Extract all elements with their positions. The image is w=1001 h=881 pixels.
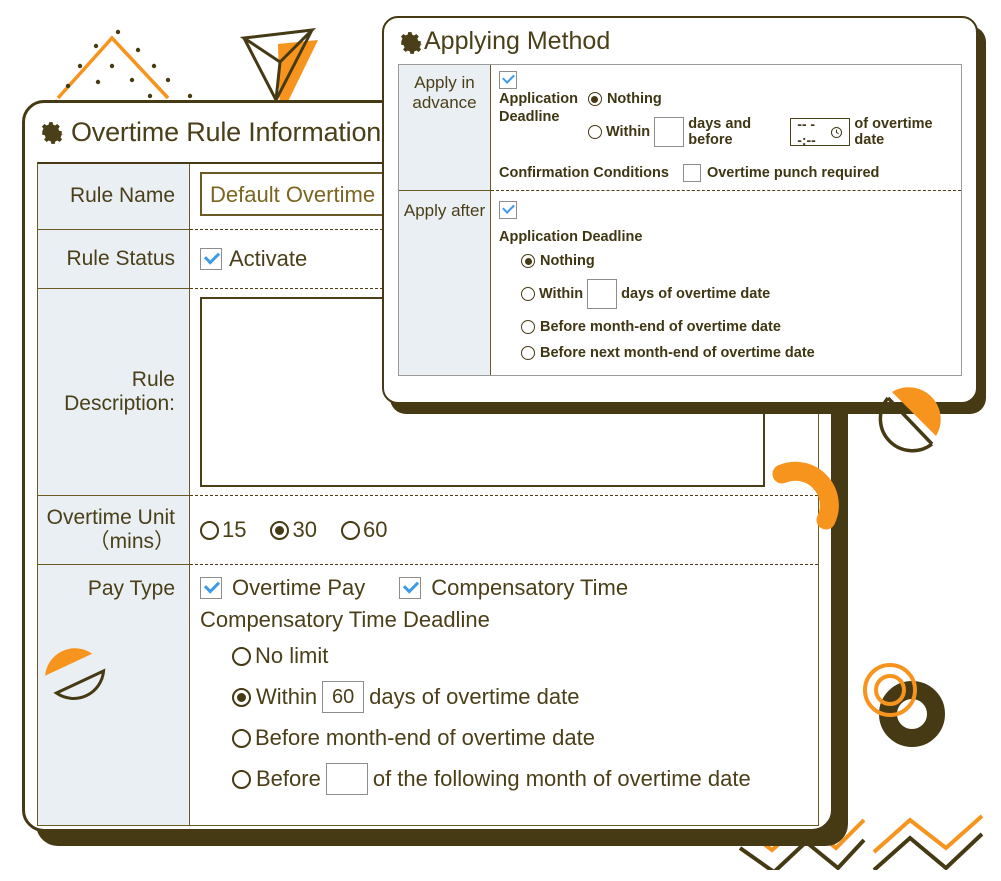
- activate-checkbox[interactable]: [200, 248, 222, 270]
- radio-advance-within-suffix: of overtime date: [854, 116, 933, 149]
- deadline-option-within-days[interactable]: Within 60 days of overtime date: [232, 681, 808, 714]
- overtime-unit-cell: 15 30 60: [190, 495, 818, 565]
- radio-within-days-suffix: days of overtime date: [369, 684, 580, 710]
- radio-month-end[interactable]: [232, 728, 251, 748]
- pay-type-label: Pay Type: [38, 564, 190, 826]
- radio-within-days[interactable]: [232, 687, 251, 707]
- apply-in-advance-options: Nothing Within days and before -- --:--: [587, 91, 953, 149]
- radio-30-label: 30: [292, 517, 317, 543]
- radio-30[interactable]: [270, 520, 290, 540]
- compensatory-time-deadline-heading: Compensatory Time Deadline: [200, 607, 490, 633]
- advance-days-input[interactable]: [654, 117, 685, 148]
- radio-after-nothing[interactable]: [521, 254, 535, 269]
- radio-advance-within-mid: days and before: [688, 116, 752, 149]
- rule-name-label: Rule Name: [38, 164, 190, 229]
- radio-after-month-end-label: Before month-end of overtime date: [540, 319, 781, 336]
- screenshot-root: Overtime Rule Information Rule Name Defa…: [0, 0, 1001, 881]
- apply-after-deadline-label: Application Deadline: [499, 229, 643, 246]
- advance-option-within[interactable]: Within days and before -- --:-- of overt…: [587, 116, 953, 149]
- after-option-nothing[interactable]: Nothing: [521, 253, 953, 269]
- within-days-input[interactable]: 60: [322, 681, 365, 714]
- radio-within-days-prefix: Within: [256, 684, 318, 710]
- decoration-rings: [863, 663, 945, 747]
- overtime-unit-label: Overtime Unit（mins）: [38, 495, 190, 565]
- radio-15[interactable]: [200, 520, 219, 540]
- apply-in-advance-deadline-block: Application Deadline Nothing Within days: [499, 91, 953, 148]
- overtime-punch-required-label: Overtime punch required: [706, 165, 880, 182]
- rule-status-label: Rule Status: [38, 229, 190, 288]
- table-row-apply-after: Apply after Application Deadline Nothing…: [399, 190, 961, 376]
- apply-in-advance-label: Apply in advance: [399, 65, 491, 191]
- pay-type-checkbox-group: Overtime Pay Compensatory Time: [200, 575, 808, 601]
- overtime-unit-radio-group: 15 30 60: [200, 517, 808, 543]
- apply-in-advance-deadline-label: Application Deadline: [499, 91, 578, 125]
- overtime-punch-required-option[interactable]: Overtime punch required: [682, 164, 880, 183]
- radio-advance-nothing-label: Nothing: [606, 91, 662, 108]
- radio-month-end-label: Before month-end of overtime date: [255, 725, 595, 751]
- radio-15-label: 15: [222, 517, 247, 543]
- applying-method-title: Applying Method: [384, 18, 976, 62]
- after-days-input[interactable]: [587, 279, 618, 310]
- radio-no-limit[interactable]: [232, 646, 251, 666]
- apply-after-cell: Application Deadline Nothing Within days…: [491, 190, 961, 376]
- apply-after-checkbox[interactable]: [499, 201, 517, 220]
- radio-option-15[interactable]: 15: [200, 517, 246, 543]
- page-title-text: Overtime Rule Information: [71, 117, 382, 147]
- form-row-pay-type: Pay Type Overtime Pay Compensatory Time …: [38, 564, 818, 826]
- deadline-option-before-following-month[interactable]: Before of the following month of overtim…: [232, 763, 808, 796]
- decoration-triangle-dots: [53, 29, 193, 105]
- radio-after-next-month-end-label: Before next month-end of overtime date: [540, 345, 815, 362]
- overtime-pay-label: Overtime Pay: [232, 575, 366, 601]
- applying-method-table: Apply in advance Application Deadline No…: [398, 64, 962, 377]
- decoration-zigzag-right: [872, 814, 984, 870]
- advance-time-input[interactable]: -- --:--: [790, 116, 851, 149]
- after-option-next-month-end[interactable]: Before next month-end of overtime date: [521, 345, 953, 361]
- apply-after-label: Apply after: [399, 190, 491, 376]
- confirmation-conditions-label: Confirmation Conditions: [499, 165, 669, 182]
- after-option-within[interactable]: Within days of overtime date: [521, 279, 953, 310]
- radio-advance-nothing[interactable]: [587, 92, 602, 107]
- apply-in-advance-cell: Application Deadline Nothing Within days: [491, 65, 961, 191]
- radio-advance-within-prefix: Within: [605, 124, 651, 141]
- advance-option-nothing[interactable]: Nothing: [587, 91, 953, 108]
- compensatory-time-checkbox[interactable]: [399, 577, 422, 600]
- confirmation-conditions-block: Confirmation Conditions Overtime punch r…: [499, 164, 953, 183]
- form-row-overtime-unit: Overtime Unit（mins） 15 30 60: [38, 495, 818, 565]
- radio-after-next-month-end[interactable]: [521, 346, 535, 361]
- radio-after-nothing-label: Nothing: [540, 253, 595, 270]
- compensatory-deadline-radio-group: No limit Within 60 days of overtime date…: [232, 643, 808, 796]
- deadline-option-no-limit[interactable]: No limit: [232, 643, 808, 669]
- radio-after-within-suffix: days of overtime date: [621, 286, 771, 303]
- radio-option-30[interactable]: 30: [270, 517, 317, 543]
- advance-time-value: -- --:--: [797, 116, 816, 149]
- radio-before-prefix: Before: [256, 766, 321, 792]
- applying-method-title-text: Applying Method: [424, 27, 611, 55]
- before-day-input[interactable]: [325, 763, 368, 796]
- apply-after-options: Nothing Within days of overtime date Bef…: [521, 253, 953, 361]
- gear-icon: [398, 30, 423, 54]
- clock-icon: [830, 126, 843, 139]
- radio-after-within-prefix: Within: [539, 286, 584, 303]
- activate-label: Activate: [229, 246, 308, 271]
- radio-option-60[interactable]: 60: [340, 517, 388, 543]
- overtime-pay-checkbox[interactable]: [200, 577, 222, 600]
- overtime-punch-required-checkbox[interactable]: [682, 164, 701, 183]
- radio-before-following-month[interactable]: [232, 769, 251, 789]
- radio-before-suffix: of the following month of overtime date: [372, 766, 751, 792]
- after-option-month-end[interactable]: Before month-end of overtime date: [521, 319, 953, 335]
- table-row-apply-in-advance: Apply in advance Application Deadline No…: [399, 65, 961, 191]
- radio-no-limit-label: No limit: [255, 643, 329, 669]
- rule-description-label: Rule Description:: [38, 288, 190, 495]
- radio-60-label: 60: [362, 517, 388, 543]
- applying-method-dialog: Applying Method Apply in advance Applica…: [382, 16, 978, 404]
- radio-advance-within[interactable]: [587, 125, 602, 140]
- apply-in-advance-checkbox[interactable]: [499, 71, 517, 89]
- radio-60[interactable]: [340, 520, 360, 540]
- radio-after-within[interactable]: [521, 287, 535, 302]
- compensatory-time-label: Compensatory Time: [431, 575, 629, 601]
- deadline-option-month-end[interactable]: Before month-end of overtime date: [232, 725, 808, 751]
- pay-type-cell: Overtime Pay Compensatory Time Compensat…: [190, 564, 818, 826]
- gear-icon: [39, 120, 65, 146]
- radio-after-month-end[interactable]: [521, 320, 535, 335]
